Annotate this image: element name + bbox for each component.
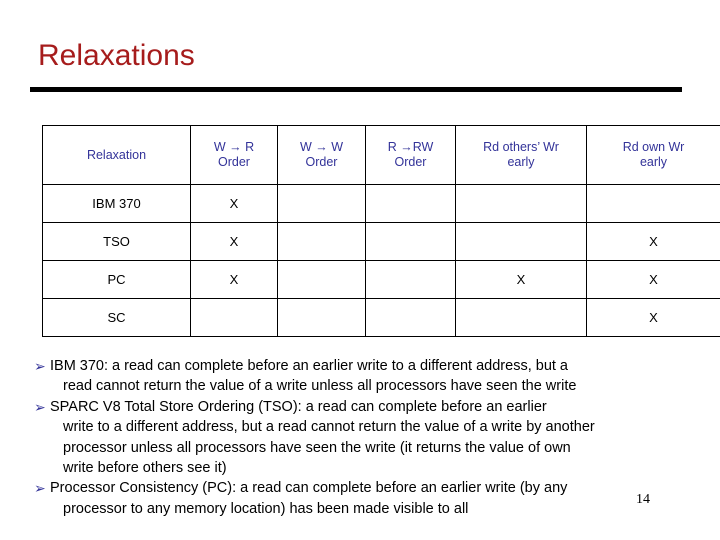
bullet-text-pc: Processor Consistency (PC): a read can c… [50,478,694,519]
table-header-row: Relaxation W → R Order W → W Order R →RW… [42,125,720,185]
cell-tso-rd-others [455,222,587,261]
bullet-line: write to a different address, but a read… [63,419,595,436]
cell-pc-w-to-w [277,260,366,299]
column-header-r-to-rw-line2: Order [394,155,427,169]
column-header-rd-own-wr-early: Rd own Wr early [586,125,720,185]
column-header-w-to-r-line1: W → R [213,140,255,154]
cell-pc-r-to-rw [365,260,456,299]
cell-sc-rd-own: X [586,298,720,337]
cell-tso-rd-own: X [586,222,720,261]
cell-ibm370-r-to-rw [365,184,456,223]
table-row: SC X [42,298,720,337]
cell-ibm370-w-to-w [277,184,366,223]
column-header-w-to-r-line2: Order [218,155,250,169]
column-header-rd-others-line1: Rd others’ Wr [483,140,559,154]
cell-sc-rd-others [455,298,587,337]
title-divider [30,87,682,92]
column-header-relaxation: Relaxation [42,125,191,185]
row-label-tso: TSO [42,222,191,261]
column-header-relaxation-line1: Relaxation [86,147,147,162]
list-item: ➢ SPARC V8 Total Store Ordering (TSO): a… [34,397,694,479]
table-row: PC X X X [42,260,720,299]
row-label-pc: PC [42,260,191,299]
cell-sc-w-to-w [277,298,366,337]
cell-tso-w-to-w [277,222,366,261]
bullet-line: Processor Consistency (PC): a read can c… [50,480,568,497]
bullet-line: processor unless all processors have see… [63,439,571,456]
bullet-line: SPARC V8 Total Store Ordering (TSO): a r… [50,398,547,415]
page-number: 14 [636,492,650,507]
table-row: TSO X X [42,222,720,261]
cell-pc-rd-others: X [455,260,587,299]
cell-sc-r-to-rw [365,298,456,337]
column-header-r-to-rw: R →RW Order [365,125,456,185]
table-row: IBM 370 X [42,184,720,223]
column-header-w-to-w-line2: Order [305,155,338,169]
arrow-bullet-icon: ➢ [34,358,46,374]
bullet-line: processor to any memory location) has be… [63,500,469,517]
column-header-w-to-w: W → W Order [277,125,366,185]
bullet-list: ➢ IBM 370: a read can complete before an… [34,356,694,519]
arrow-bullet-icon: ➢ [34,480,46,497]
column-header-w-to-r: W → R Order [190,125,278,185]
bullet-line: read cannot return the value of a write … [63,378,577,395]
relaxations-table: Relaxation W → R Order W → W Order R →RW… [42,125,720,337]
cell-pc-w-to-r: X [190,260,278,299]
list-item: ➢ IBM 370: a read can complete before an… [34,356,694,397]
column-header-r-to-rw-line1: R →RW [387,140,434,154]
column-header-w-to-w-line1: W → W [299,140,344,154]
row-label-sc: SC [42,298,191,337]
bullet-line: IBM 370: a read can complete before an e… [50,358,568,374]
slide-canvas: Relaxations Relaxation W → R Order W → W… [0,0,720,540]
row-label-ibm-370: IBM 370 [42,184,191,223]
cell-ibm370-w-to-r: X [190,184,278,223]
arrow-bullet-icon: ➢ [34,398,46,415]
cell-sc-w-to-r [190,298,278,337]
bullet-line: write before others see it) [63,460,227,477]
column-header-rd-others-line2: early [507,155,535,169]
page-title: Relaxations [38,39,195,72]
cell-tso-r-to-rw [365,222,456,261]
bullet-text-ibm-370: IBM 370: a read can complete before an e… [50,356,694,397]
column-header-rd-others-wr-early: Rd others’ Wr early [455,125,587,185]
cell-pc-rd-own: X [586,260,720,299]
cell-ibm370-rd-own [586,184,720,223]
cell-ibm370-rd-others [455,184,587,223]
list-item: ➢ Processor Consistency (PC): a read can… [34,478,694,519]
cell-tso-w-to-r: X [190,222,278,261]
bullet-text-tso: SPARC V8 Total Store Ordering (TSO): a r… [50,397,694,479]
column-header-rd-own-line1: Rd own Wr [622,140,685,154]
column-header-rd-own-line2: early [639,155,668,169]
